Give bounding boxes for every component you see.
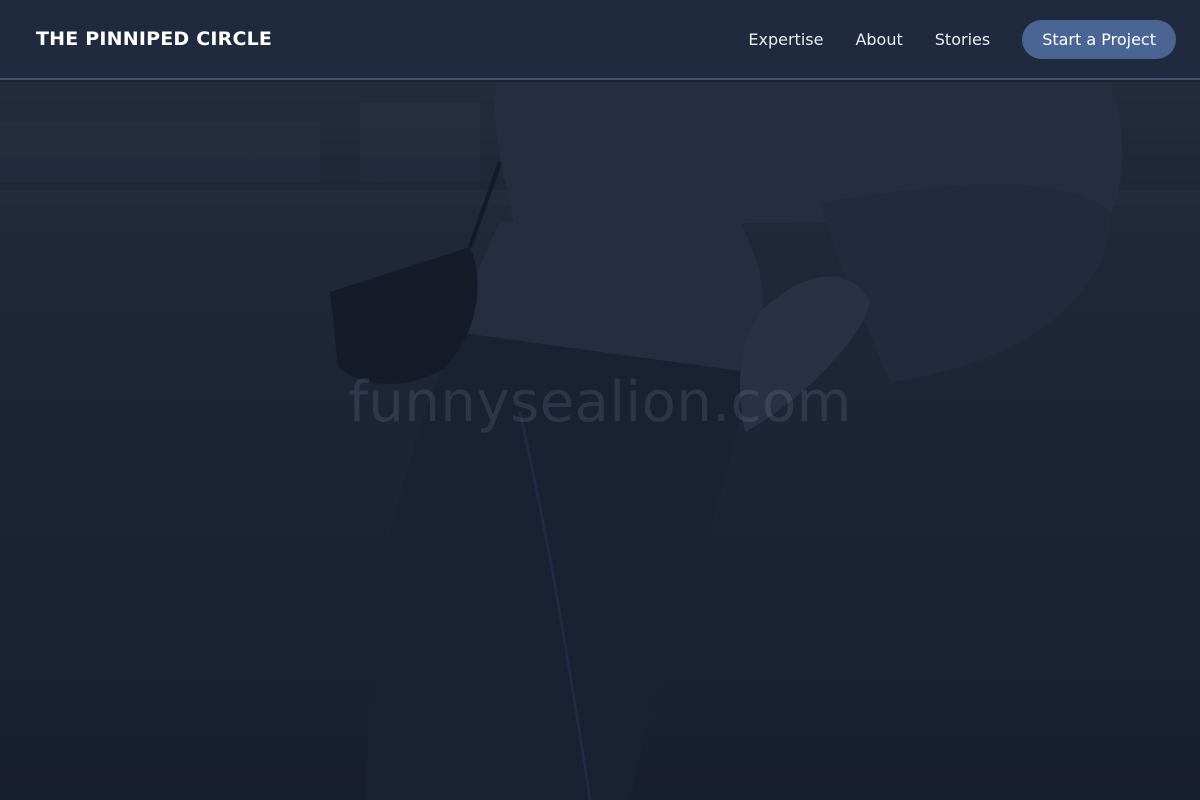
nav-link-expertise[interactable]: Expertise [748, 30, 823, 49]
watermark: funnysealion.com [348, 370, 852, 435]
main-nav: Expertise About Stories Start a Project [748, 19, 1176, 59]
site-header: THE PINNIPED CIRCLE Expertise About Stor… [0, 0, 1200, 80]
hero-overlay [0, 82, 1200, 800]
nav-link-stories[interactable]: Stories [935, 30, 990, 49]
hero-image [0, 82, 1200, 800]
brand-logo[interactable]: THE PINNIPED CIRCLE [36, 28, 272, 50]
start-project-button[interactable]: Start a Project [1022, 19, 1176, 59]
page: THE PINNIPED CIRCLE Expertise About Stor… [0, 0, 1200, 800]
nav-link-about[interactable]: About [855, 30, 902, 49]
